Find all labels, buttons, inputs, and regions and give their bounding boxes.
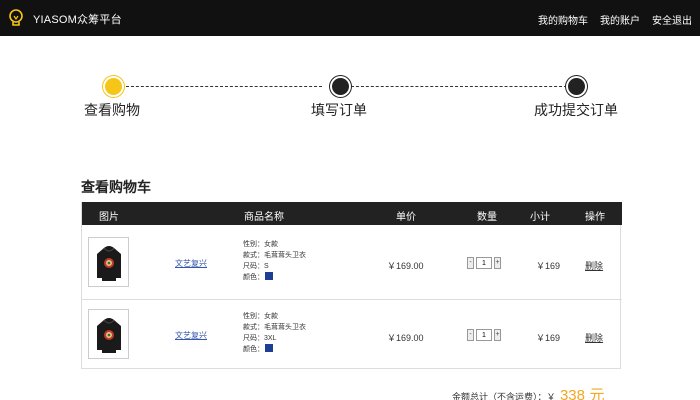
product-thumbnail[interactable] [88,237,129,287]
column-header-price: 单价 [396,212,416,223]
quantity-stepper: - + [467,257,501,269]
attr-color-label: 颜色： [243,274,264,281]
lightbulb-icon[interactable] [6,8,26,28]
product-thumbnail[interactable] [88,309,129,359]
color-swatch [265,272,273,280]
total-label: 金额总计（不含运费）：￥ [452,392,556,400]
product-link[interactable]: 文艺复兴 [175,258,207,269]
table-row: 文艺复兴 性别：女款 款式：毛茸茸头卫衣 尺码：S 颜色： ￥169.00 - … [82,229,622,300]
hoodie-image [97,246,121,281]
qty-input[interactable] [476,257,492,269]
delete-button[interactable]: 删除 [585,331,603,344]
product-attributes: 性别：女款 款式：毛茸茸头卫衣 尺码：3XL 颜色： [243,311,306,355]
brand-name[interactable]: YIASOM众筹平台 [33,11,122,27]
step-indicator [332,78,349,95]
total-unit: 元 [589,387,605,400]
order-total: 金额总计（不含运费）：￥ 338 元 [452,384,604,400]
nav-logout[interactable]: 安全退出 [652,12,692,27]
hoodie-image [97,318,121,353]
top-bar: YIASOM众筹平台 我的购物车 我的账户 安全退出 [0,0,700,36]
attr-size: 尺码：3XL [243,335,277,342]
column-header-name: 商品名称 [244,212,284,223]
attr-color: 颜色： [243,272,306,283]
product-link[interactable]: 文艺复兴 [175,330,207,341]
qty-increase-button[interactable]: + [494,329,501,341]
attr-gender: 性别：女款 [243,241,278,248]
unit-price: ￥169.00 [387,333,424,343]
step-indicator-active [105,78,122,95]
attr-size: 尺码：S [243,263,269,270]
column-header-operation: 操作 [585,212,605,223]
column-header-image: 图片 [99,212,119,223]
checkout-steps: 查看购物 填写订单 成功提交订单 [0,70,700,130]
table-header: 图片 商品名称 单价 数量 小计 操作 [82,202,622,225]
nav-my-cart[interactable]: 我的购物车 [538,12,588,27]
table-row: 文艺复兴 性别：女款 款式：毛茸茸头卫衣 尺码：3XL 颜色： ￥169.00 … [82,301,622,372]
step-label-view-cart: 查看购物 [84,102,140,118]
nav-my-account[interactable]: 我的账户 [600,12,640,27]
attr-gender: 性别：女款 [243,313,278,320]
cart-title: 查看购物车 [81,179,151,195]
step-connector [126,86,322,87]
attr-style: 款式：毛茸茸头卫衣 [243,324,306,331]
quantity-stepper: - + [467,329,501,341]
unit-price: ￥169.00 [387,261,424,271]
column-header-qty: 数量 [477,212,497,223]
qty-increase-button[interactable]: + [494,257,501,269]
step-indicator [568,78,585,95]
total-amount: 338 [559,387,585,400]
cart-table: 图片 商品名称 单价 数量 小计 操作 文艺复兴 性别：女款 款式：毛茸茸头卫衣… [81,202,622,372]
subtotal: ￥169 [536,261,561,271]
step-label-fill-order: 填写订单 [311,102,367,118]
attr-color: 颜色： [243,344,306,355]
delete-button[interactable]: 删除 [585,259,603,272]
subtotal: ￥169 [536,333,561,343]
attr-color-label: 颜色： [243,346,264,353]
qty-input[interactable] [476,329,492,341]
step-connector [351,86,567,87]
attr-style: 款式：毛茸茸头卫衣 [243,252,306,259]
product-attributes: 性别：女款 款式：毛茸茸头卫衣 尺码：S 颜色： [243,239,306,283]
top-nav: 我的购物车 我的账户 安全退出 [538,12,692,27]
step-label-submit-order: 成功提交订单 [534,102,618,118]
color-swatch [265,344,273,352]
qty-decrease-button[interactable]: - [467,257,474,269]
column-header-subtotal: 小计 [530,212,550,223]
qty-decrease-button[interactable]: - [467,329,474,341]
